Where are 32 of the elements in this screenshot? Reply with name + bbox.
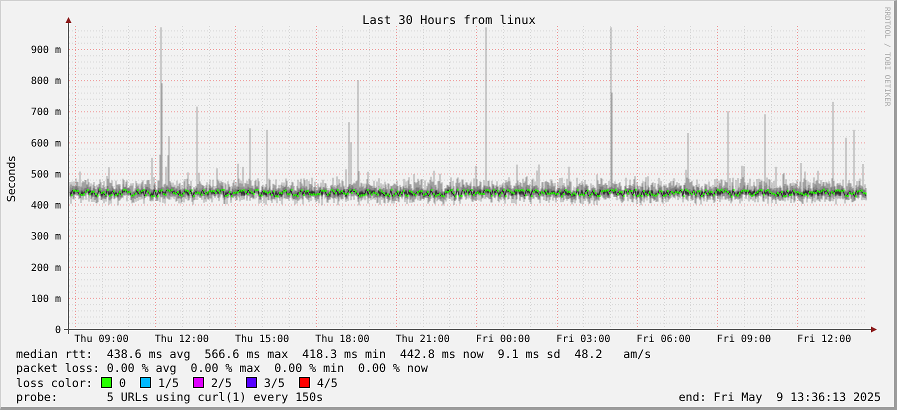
probe-text: probe: 5 URLs using curl(1) every 150s [16, 390, 324, 404]
x-tick-label: Thu 15:00 [235, 334, 290, 343]
x-tick-label: Thu 18:00 [315, 334, 370, 343]
x-tick-label: Fri 12:00 [797, 334, 852, 343]
loss-color-text: 4/5 [316, 376, 338, 390]
loss-color-text: 1/5 [158, 376, 179, 390]
chart-title: Last 30 Hours from linux [362, 13, 536, 27]
y-axis-label: Seconds [5, 156, 18, 202]
end-time-text: end: Fri May 9 13:36:13 2025 [678, 390, 881, 404]
loss-color-text: 3/5 [264, 376, 285, 390]
median-rtt-text: median rtt: 438.6 ms avg 566.6 ms max 418.3 ms min 442.8 ms now 9.1 ms sd 48.2 am/s [16, 347, 652, 362]
y-tick-label: 400 m [30, 200, 61, 212]
loss-color-text: 0 [119, 376, 126, 390]
y-tick-label: 0 [54, 325, 61, 336]
y-tick-label: 900 m [30, 45, 61, 56]
y-tick-label: 300 m [30, 232, 61, 243]
x-tick-label: Fri 03:00 [556, 334, 610, 343]
x-tick-label: Thu 09:00 [74, 334, 129, 343]
loss-color-text: 2/5 [210, 376, 232, 390]
x-tick-label: Thu 21:00 [396, 334, 450, 343]
x-tick-label: Fri 00:00 [476, 334, 530, 343]
y-tick-label: 600 m [30, 138, 61, 150]
y-tick-label: 100 m [30, 294, 61, 305]
x-tick-label: Fri 06:00 [636, 334, 691, 343]
y-tick-label: 500 m [30, 169, 61, 180]
packet-loss-text: packet loss: 0.00 % avg 0.00 % max 0.00 % min 0.00 % now [16, 361, 429, 376]
y-tick-label: 800 m [30, 76, 61, 88]
x-tick-label: Thu 12:00 [154, 334, 209, 343]
x-tick-label: Fri 09:00 [716, 334, 771, 343]
y-tick-label: 700 m [30, 107, 61, 118]
loss-color-label: loss color: [16, 376, 94, 390]
y-tick-label: 200 m [30, 262, 61, 274]
